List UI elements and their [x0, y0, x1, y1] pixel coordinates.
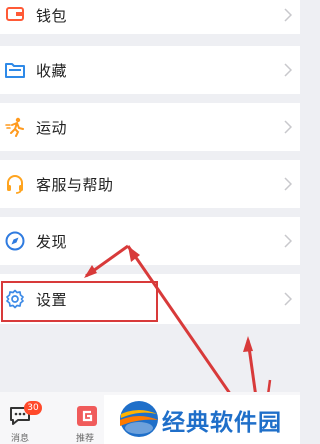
- menu-item-favorites[interactable]: 收藏: [0, 46, 300, 94]
- watermark-text: 经典软件园: [162, 410, 282, 436]
- menu-label-sport: 运动: [36, 118, 68, 137]
- watermark: 经典软件园: [104, 395, 300, 444]
- unread-badge: 30: [24, 401, 42, 415]
- wallet-icon: [2, 2, 28, 28]
- annotation-highlight-box: [1, 281, 158, 322]
- menu-item-wallet[interactable]: 钱包: [0, 0, 300, 34]
- chevron-right-icon: [282, 117, 294, 137]
- tab-recommend[interactable]: 推荐: [74, 398, 102, 444]
- running-icon: [2, 114, 28, 140]
- menu-item-sport[interactable]: 运动: [0, 103, 300, 151]
- headset-icon: [2, 171, 28, 197]
- menu-label-wallet: 钱包: [36, 7, 68, 25]
- tab-recommend-label: 推荐: [76, 434, 95, 444]
- chevron-right-icon: [282, 5, 294, 25]
- chevron-right-icon: [282, 174, 294, 194]
- menu-label-service-help: 客服与帮助: [36, 175, 114, 194]
- chevron-right-icon: [282, 60, 294, 80]
- chevron-right-icon: [282, 231, 294, 251]
- compass-icon: [2, 228, 28, 254]
- menu-label-discover: 发现: [36, 232, 68, 251]
- chevron-right-icon: [282, 289, 294, 309]
- menu-item-discover[interactable]: 发现: [0, 217, 300, 265]
- watermark-logo: [120, 401, 158, 437]
- tab-messages-label: 消息: [11, 434, 30, 444]
- folder-star-icon: [2, 57, 28, 83]
- recommend-icon: [77, 406, 97, 426]
- menu-label-favorites: 收藏: [36, 61, 68, 80]
- menu-item-service-help[interactable]: 客服与帮助: [0, 160, 300, 208]
